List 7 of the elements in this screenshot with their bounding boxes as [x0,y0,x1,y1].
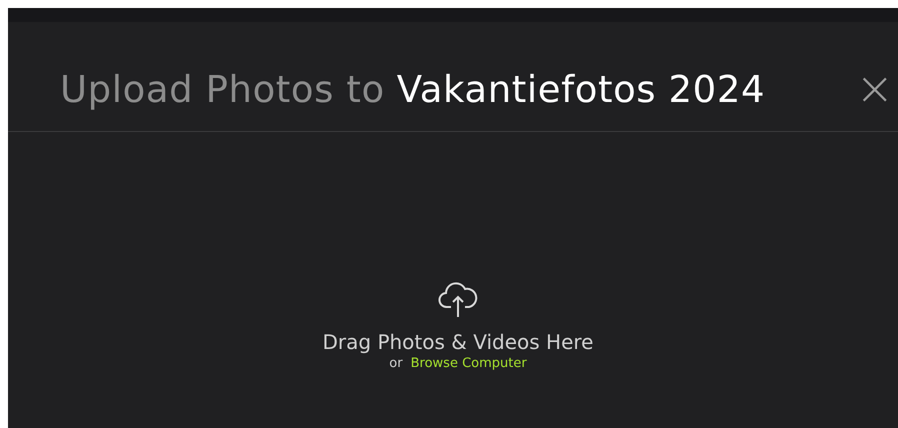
album-name: Vakantiefotos 2024 [396,68,766,111]
browse-link[interactable]: Browse Computer [410,356,527,371]
cloud-upload-icon [438,280,478,318]
drop-prompt: Drag Photos & Videos Here [322,330,594,354]
dialog-title: Upload Photos to [60,68,385,111]
or-label: or [389,356,403,371]
close-button[interactable]: × [851,64,898,110]
